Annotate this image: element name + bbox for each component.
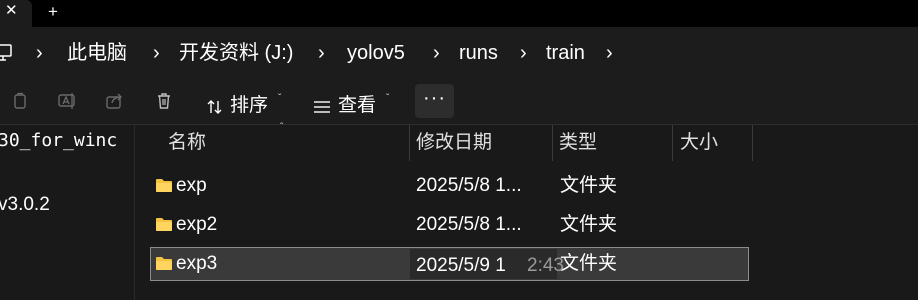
breadcrumb-chevron-icon[interactable]: › [520, 41, 527, 65]
file-name: exp2 [176, 214, 218, 235]
breadcrumb-chevron-icon[interactable]: › [36, 41, 43, 65]
copy-icon[interactable] [12, 92, 28, 110]
column-divider[interactable] [552, 125, 553, 161]
more-options-button[interactable]: ··· [415, 84, 454, 118]
nav-item-version[interactable]: v3.0.2 [0, 193, 50, 217]
date-tooltip-overflow: 2:43 [527, 255, 564, 276]
breadcrumb-yolov5[interactable]: yolov5 [347, 41, 405, 65]
column-divider[interactable] [409, 125, 410, 161]
sort-indicator-icon: ˆ [280, 122, 284, 133]
file-row[interactable]: exp 2025/5/8 1... 文件夹 [151, 170, 748, 202]
folder-icon [156, 257, 172, 270]
breadcrumb-drive-j[interactable]: 开发资料 (J:) [179, 41, 293, 65]
file-modified-date: 2025/5/8 1... [416, 175, 522, 196]
sort-chevron-down-icon[interactable]: ˇ [278, 93, 281, 104]
sort-button[interactable]: 排序 [230, 94, 268, 118]
column-header-size[interactable]: 大小 [680, 131, 718, 155]
view-lines-icon[interactable] [313, 100, 331, 114]
column-header-name[interactable]: 名称 [168, 131, 206, 155]
file-name: exp3 [176, 253, 218, 274]
folder-icon [156, 179, 172, 192]
folder-icon [156, 218, 172, 231]
view-chevron-down-icon[interactable]: ˇ [386, 93, 389, 104]
breadcrumb-chevron-icon[interactable]: › [153, 41, 160, 65]
column-divider[interactable] [672, 125, 673, 161]
breadcrumb-chevron-icon[interactable]: › [606, 41, 613, 65]
column-header-type[interactable]: 类型 [559, 131, 597, 155]
breadcrumb-chevron-icon[interactable]: › [318, 41, 325, 65]
share-icon[interactable] [106, 92, 124, 110]
column-header-date[interactable]: 修改日期 [416, 131, 492, 155]
sort-arrows-icon[interactable] [206, 98, 224, 116]
column-divider[interactable] [752, 125, 753, 161]
breadcrumb-this-pc[interactable]: 此电脑 [67, 41, 127, 65]
file-name: exp [176, 175, 207, 196]
command-bar [0, 78, 918, 125]
file-type: 文件夹 [560, 253, 618, 274]
new-tab-button[interactable]: + [48, 2, 58, 22]
file-type: 文件夹 [560, 214, 618, 235]
file-type: 文件夹 [560, 175, 618, 196]
this-pc-monitor-icon[interactable] [0, 44, 14, 62]
nav-item-folder[interactable]: 30_for_winc [0, 129, 116, 153]
close-tab-icon[interactable]: ✕ [5, 2, 18, 20]
tab-bar: ✕ + [0, 0, 918, 27]
breadcrumb-train[interactable]: train [546, 41, 585, 65]
breadcrumb-runs[interactable]: runs [459, 41, 498, 65]
rename-icon[interactable] [58, 92, 78, 110]
file-modified-date: 2025/5/9 1 [416, 255, 506, 276]
file-row[interactable]: exp2 2025/5/8 1... 文件夹 [151, 209, 748, 241]
breadcrumb-chevron-icon[interactable]: › [433, 41, 440, 65]
more-dots-icon: ··· [423, 87, 446, 109]
view-button[interactable]: 查看 [338, 94, 376, 118]
delete-icon[interactable] [156, 92, 172, 110]
file-modified-date: 2025/5/8 1... [416, 214, 522, 235]
